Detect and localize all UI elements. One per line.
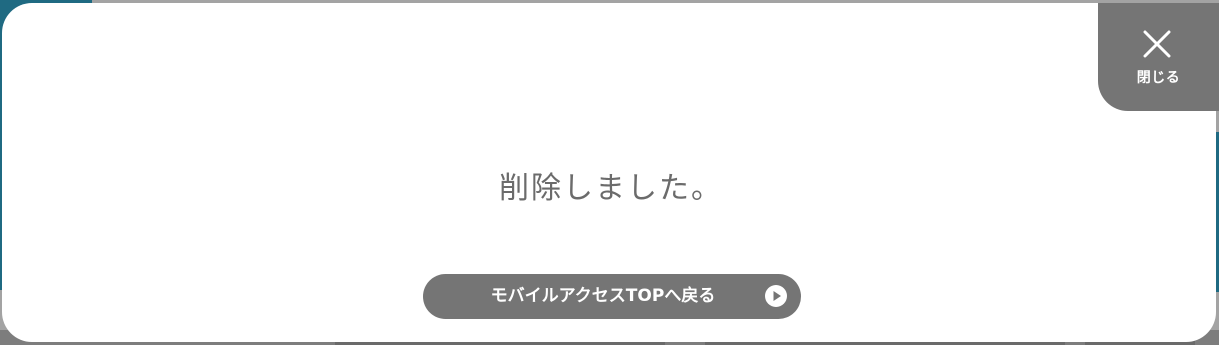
close-button[interactable]: 閉じる: [1098, 3, 1219, 111]
completion-dialog: 削除しました。 モバイルアクセスTOPへ戻る: [2, 3, 1216, 342]
close-button-label: 閉じる: [1136, 70, 1181, 86]
play-circle-icon: [765, 285, 787, 307]
completion-message: 削除しました。: [499, 171, 723, 206]
top-button-label: モバイルアクセスTOPへ戻る: [490, 286, 716, 306]
mobile-access-top-button[interactable]: モバイルアクセスTOPへ戻る: [423, 274, 801, 319]
close-icon: [1143, 30, 1171, 58]
